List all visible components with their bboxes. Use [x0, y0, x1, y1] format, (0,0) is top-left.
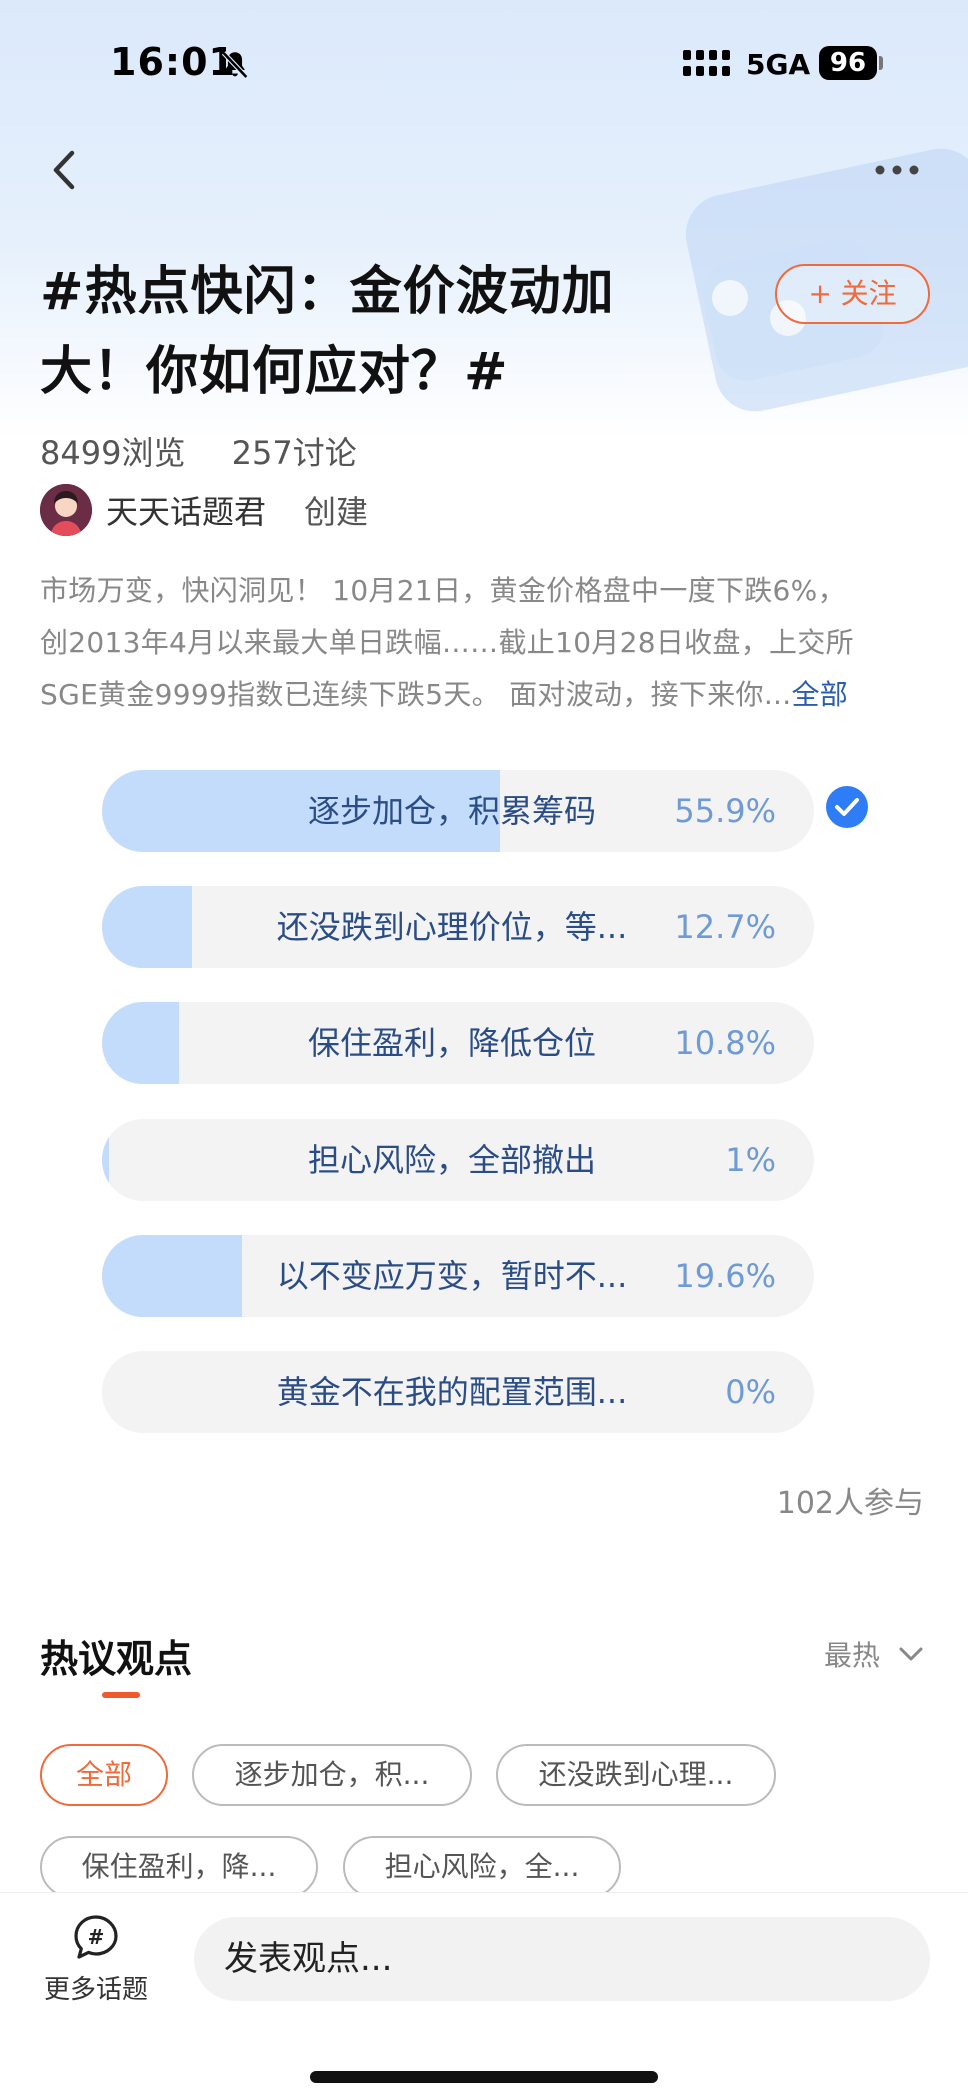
more-dots-icon[interactable] [874, 160, 920, 180]
follow-button[interactable]: + 关注 [775, 264, 930, 324]
chevron-down-icon [899, 1647, 923, 1661]
section-title: 热议观点 [40, 1637, 193, 1681]
topic-title: #热点快闪：金价波动加大！你如何应对？# [40, 262, 615, 402]
network-label: 5GA [746, 48, 811, 81]
back-arrow-icon[interactable] [44, 145, 84, 195]
poll-option-percent: 55.9% [674, 792, 776, 830]
filter-chip-all[interactable]: 全部 [40, 1744, 168, 1806]
poll-option-label: 以不变应万变，暂时不... [276, 1257, 628, 1295]
poll-option[interactable]: 担心风险，全部撤出 1% [102, 1119, 814, 1201]
decor-dot [712, 280, 748, 316]
poll-option-percent: 12.7% [674, 908, 776, 946]
description-line-text: SGE黄金9999指数已连续下跌5天。 面对波动，接下来你... [40, 678, 792, 711]
poll-option-fill [102, 886, 193, 968]
bell-off-icon [221, 51, 249, 79]
comment-input[interactable]: 发表观点... [194, 1917, 930, 2001]
topic-stats: 8499浏览 257讨论 [40, 428, 393, 474]
poll-option-percent: 19.6% [674, 1257, 776, 1295]
poll-option[interactable]: 保住盈利，降低仓位 10.8% [102, 1002, 814, 1084]
filter-chip[interactable]: 还没跌到心理... [496, 1744, 776, 1806]
poll-option-label: 保住盈利，降低仓位 [307, 1024, 596, 1062]
topic-description[interactable]: 市场万变，快闪洞见！ 10月21日，黄金价格盘中一度下跌6%， 创2013年4月… [40, 565, 930, 721]
home-indicator[interactable] [310, 2071, 658, 2083]
more-topics-button[interactable]: # 更多话题 [36, 1913, 156, 2006]
signal-icon [683, 50, 730, 76]
view-count: 8499浏览 [40, 434, 186, 472]
poll-option-label: 担心风险，全部撤出 [307, 1141, 596, 1179]
filter-chip[interactable]: 保住盈利，降... [40, 1836, 318, 1898]
filter-chip[interactable]: 担心风险，全... [343, 1836, 621, 1898]
poll-option-fill [102, 1235, 242, 1317]
sort-label: 最热 [823, 1639, 880, 1672]
section-title-underline [102, 1692, 140, 1698]
hashtag-icon: # [74, 1915, 118, 1959]
expand-description-link[interactable]: 全部 [791, 678, 848, 711]
more-topics-label: 更多话题 [43, 1975, 148, 2005]
creator-name[interactable]: 天天话题君 [106, 487, 266, 533]
creator-role: 创建 [304, 493, 369, 531]
battery-tip [879, 56, 883, 70]
avatar[interactable] [40, 484, 92, 536]
poll-option-label: 还没跌到心理价位，等... [276, 908, 628, 946]
description-line: 创2013年4月以来最大单日跌幅……截止10月28日收盘，上交所 [40, 626, 854, 659]
poll-option-fill [102, 1119, 110, 1201]
creator-row[interactable]: 天天话题君 创建 [40, 483, 368, 537]
participant-count: 102人参与 [776, 1486, 924, 1521]
discussion-count: 257讨论 [231, 434, 357, 472]
filter-chip[interactable]: 逐步加仓，积... [192, 1744, 472, 1806]
poll-option-label: 黄金不在我的配置范围... [276, 1373, 628, 1411]
poll-option[interactable]: 以不变应万变，暂时不... 19.6% [102, 1235, 814, 1317]
poll-option[interactable]: 逐步加仓，积累筹码 55.9% [102, 770, 814, 852]
poll-option[interactable]: 还没跌到心理价位，等... 12.7% [102, 886, 814, 968]
poll-option-percent: 10.8% [674, 1024, 776, 1062]
description-line: SGE黄金9999指数已连续下跌5天。 面对波动，接下来你...全部 [40, 669, 930, 721]
description-line: 市场万变，快闪洞见！ 10月21日，黄金价格盘中一度下跌6%， [40, 574, 846, 607]
bottom-bar: # 更多话题 发表观点... [0, 1892, 968, 2098]
sort-dropdown[interactable]: 最热 [824, 1634, 924, 1674]
poll-option-fill [102, 1002, 179, 1084]
poll-option-percent: 0% [725, 1373, 776, 1411]
poll-option-percent: 1% [725, 1141, 776, 1179]
poll-option[interactable]: 黄金不在我的配置范围... 0% [102, 1351, 814, 1433]
poll-option-label: 逐步加仓，积累筹码 [307, 792, 596, 830]
check-icon [826, 786, 868, 828]
svg-text:#: # [88, 1925, 105, 1949]
battery-indicator: 96 [819, 46, 877, 80]
